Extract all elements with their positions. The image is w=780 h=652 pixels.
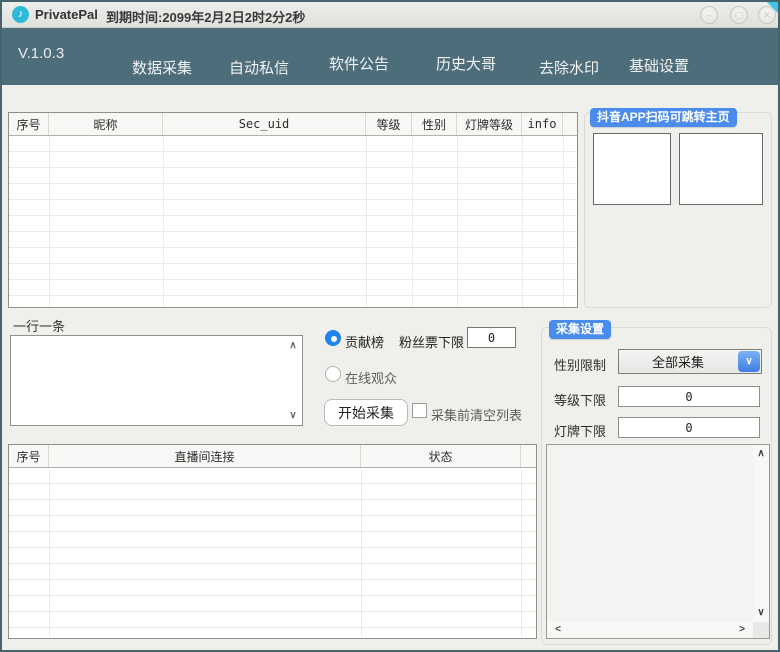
- scroll-up-icon[interactable]: ∧: [286, 340, 300, 351]
- app-logo-icon: ♪: [12, 6, 29, 23]
- scroll-down-icon[interactable]: ∨: [753, 607, 769, 619]
- nav-item-data-collect[interactable]: 数据采集: [132, 57, 192, 78]
- fans-ticket-input[interactable]: [467, 327, 516, 348]
- column-divider: [522, 136, 523, 307]
- col-level[interactable]: 等级: [366, 113, 412, 135]
- user-table-body: [9, 136, 577, 307]
- col-gender[interactable]: 性别: [412, 113, 457, 135]
- batch-input-area: ∧ ∨: [10, 335, 303, 426]
- col-room-link[interactable]: 直播间连接: [49, 445, 361, 467]
- column-divider: [521, 468, 522, 638]
- radio-online-label[interactable]: 在线观众: [345, 368, 397, 387]
- titlebar: ♪ PrivatePal 到期时间:2099年2月2日2时2分2秒 – ▢ ✕: [2, 2, 778, 28]
- column-divider: [563, 136, 564, 307]
- level-min-label: 等级下限: [554, 390, 606, 409]
- col-filler: [563, 113, 577, 135]
- col-index[interactable]: 序号: [9, 113, 49, 135]
- gender-limit-value: 全部采集: [619, 350, 737, 373]
- scrollbar-corner: [753, 622, 769, 638]
- column-divider: [163, 136, 164, 307]
- user-table-header: 序号 昵称 Sec_uid 等级 性别 灯牌等级 info: [9, 113, 577, 136]
- nav-item-settings[interactable]: 基础设置: [629, 55, 689, 76]
- col-status[interactable]: 状态: [361, 445, 521, 467]
- column-divider: [366, 136, 367, 307]
- radio-contribution-list[interactable]: [325, 330, 341, 346]
- collect-settings-panel: 采集设置 性别限制 全部采集 ∨ 等级下限 灯牌下限 ∧ ∨ < >: [541, 327, 772, 645]
- qr-panel-tag: 抖音APP扫码可跳转主页: [590, 108, 737, 127]
- column-divider: [361, 468, 362, 638]
- col-index[interactable]: 序号: [9, 445, 49, 467]
- minimize-button[interactable]: –: [700, 6, 718, 24]
- room-table: 序号 直播间连接 状态: [8, 444, 537, 639]
- level-min-input[interactable]: [618, 386, 760, 407]
- result-log-box: ∧ ∨ < >: [546, 444, 770, 639]
- nav-item-announcement[interactable]: 软件公告: [329, 53, 389, 74]
- col-badge-level[interactable]: 灯牌等级: [457, 113, 522, 135]
- nav-item-history[interactable]: 历史大哥: [436, 53, 496, 74]
- start-collect-button[interactable]: 开始采集: [324, 399, 408, 426]
- vertical-scrollbar[interactable]: ∧ ∨: [753, 445, 769, 622]
- qr-code-placeholder-2: [679, 133, 763, 205]
- scroll-left-icon[interactable]: <: [550, 624, 566, 636]
- gender-limit-label: 性别限制: [554, 355, 606, 374]
- room-table-header: 序号 直播间连接 状态: [9, 445, 536, 468]
- column-divider: [412, 136, 413, 307]
- gender-limit-dropdown[interactable]: 全部采集 ∨: [618, 349, 762, 374]
- batch-input-textarea[interactable]: [11, 336, 285, 425]
- expiry-time-text: 到期时间:2099年2月2日2时2分2秒: [106, 7, 305, 26]
- collect-settings-tag: 采集设置: [549, 320, 611, 339]
- maximize-button[interactable]: ▢: [730, 6, 748, 24]
- nav-item-auto-message[interactable]: 自动私信: [229, 57, 289, 78]
- nav-item-watermark[interactable]: 去除水印: [539, 57, 599, 78]
- col-sec-uid[interactable]: Sec_uid: [163, 113, 366, 135]
- app-window: ♪ PrivatePal 到期时间:2099年2月2日2时2分2秒 – ▢ ✕ …: [0, 0, 780, 652]
- room-table-body: [9, 468, 536, 638]
- badge-min-label: 灯牌下限: [554, 421, 606, 440]
- user-table: 序号 昵称 Sec_uid 等级 性别 灯牌等级 info: [8, 112, 578, 308]
- col-filler: [521, 445, 536, 467]
- scroll-right-icon[interactable]: >: [734, 624, 750, 636]
- column-divider: [49, 468, 50, 638]
- column-divider: [457, 136, 458, 307]
- app-title: PrivatePal: [35, 7, 98, 22]
- fans-ticket-label: 粉丝票下限: [399, 332, 464, 351]
- clear-list-checkbox[interactable]: [412, 403, 427, 418]
- radio-contribution-label[interactable]: 贡献榜: [345, 332, 384, 351]
- badge-min-input[interactable]: [618, 417, 760, 438]
- version-label: V.1.0.3: [18, 45, 64, 62]
- horizontal-scrollbar[interactable]: < >: [547, 622, 753, 638]
- clear-list-checkbox-label[interactable]: 采集前清空列表: [431, 405, 522, 424]
- col-info[interactable]: info: [522, 113, 563, 135]
- qr-code-placeholder-1: [593, 133, 671, 205]
- radio-online-viewers[interactable]: [325, 366, 341, 382]
- batch-input-label: 一行一条: [13, 316, 65, 335]
- close-button[interactable]: ✕: [758, 6, 776, 24]
- qr-panel: 抖音APP扫码可跳转主页: [584, 112, 772, 308]
- scroll-down-icon[interactable]: ∨: [286, 410, 300, 421]
- nav-bar: V.1.0.3 数据采集 自动私信 软件公告 历史大哥 去除水印 基础设置: [2, 28, 778, 85]
- col-nickname[interactable]: 昵称: [49, 113, 163, 135]
- scroll-up-icon[interactable]: ∧: [753, 448, 769, 460]
- chevron-down-icon[interactable]: ∨: [738, 351, 760, 372]
- column-divider: [49, 136, 50, 307]
